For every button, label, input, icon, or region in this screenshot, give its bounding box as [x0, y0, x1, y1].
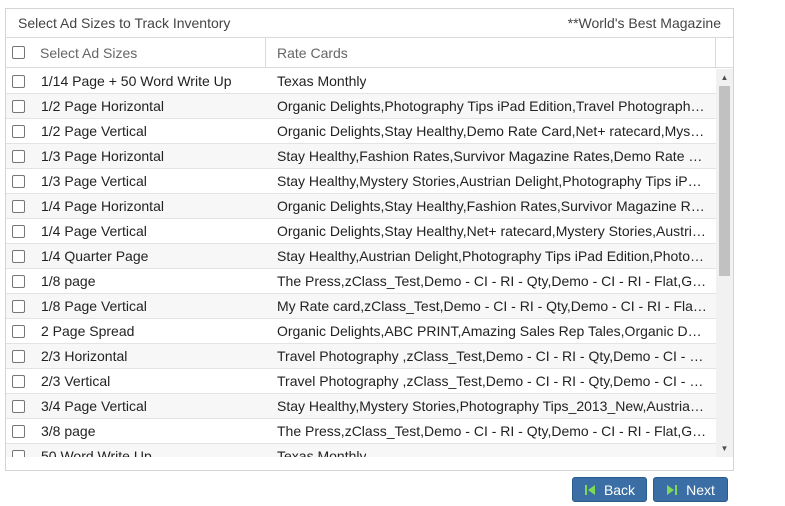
ad-size-cell: 3/8 page: [41, 423, 96, 439]
ad-size-cell: 3/4 Page Vertical: [41, 398, 147, 414]
rate-cards-cell: Organic Delights,Stay Healthy,Fashion Ra…: [277, 198, 708, 214]
rate-cards-cell: Organic Delights,Photography Tips iPad E…: [277, 98, 708, 114]
table-row[interactable]: 1/4 Quarter Page Stay Healthy,Austrian De…: [6, 244, 716, 269]
row-checkbox[interactable]: [11, 399, 25, 413]
ad-size-cell: 1/3 Page Horizontal: [41, 148, 164, 164]
ad-size-cell: 1/4 Quarter Page: [41, 248, 149, 264]
ad-size-cell: 1/4 Page Horizontal: [41, 198, 164, 214]
ad-size-panel: Select Ad Sizes to Track Inventory **Wor…: [5, 8, 734, 471]
next-button[interactable]: Next: [653, 477, 728, 502]
column-header-ad-sizes[interactable]: Select Ad Sizes: [30, 38, 266, 67]
rate-cards-cell: The Press,zClass_Test,Demo - CI - RI - Q…: [277, 273, 708, 289]
ad-size-cell: 2/3 Vertical: [41, 373, 111, 389]
rate-cards-cell: Organic Delights,Stay Healthy,Net+ ratec…: [277, 223, 708, 239]
row-checkbox[interactable]: [11, 449, 25, 457]
table-row[interactable]: 1/3 Page Horizontal Stay Healthy,Fashion …: [6, 144, 716, 169]
rate-cards-cell: The Press,zClass_Test,Demo - CI - RI - Q…: [277, 423, 708, 439]
scroll-thumb[interactable]: [719, 86, 730, 276]
panel-header: Select Ad Sizes to Track Inventory **Wor…: [6, 9, 733, 38]
row-checkbox[interactable]: [11, 249, 25, 263]
ad-size-cell: 1/2 Page Horizontal: [41, 98, 164, 114]
row-checkbox[interactable]: [11, 149, 25, 163]
triangle-up-icon[interactable]: ▲: [716, 69, 733, 86]
ad-size-cell: 2 Page Spread: [41, 323, 135, 339]
rate-cards-cell: Texas Monthly: [277, 448, 367, 457]
ad-size-cell: 1/14 Page + 50 Word Write Up: [41, 73, 232, 89]
row-checkbox[interactable]: [11, 374, 25, 388]
table-row[interactable]: 1/4 Page Horizontal Organic Delights,Stay…: [6, 194, 716, 219]
row-checkbox[interactable]: [11, 99, 25, 113]
magazine-name: **World's Best Magazine: [567, 15, 721, 31]
select-all-checkbox[interactable]: [11, 46, 25, 59]
grid-header: Select Ad Sizes Rate Cards: [6, 38, 733, 68]
rate-cards-cell: Texas Monthly: [277, 73, 367, 89]
ad-size-cell: 2/3 Horizontal: [41, 348, 128, 364]
ad-size-cell: 1/4 Page Vertical: [41, 223, 147, 239]
table-row[interactable]: 1/8 page The Press,zClass_Test,Demo - CI …: [6, 269, 716, 294]
panel-title: Select Ad Sizes to Track Inventory: [18, 15, 231, 31]
table-row[interactable]: 1/3 Page Vertical Stay Healthy,Mystery St…: [6, 169, 716, 194]
row-checkbox[interactable]: [11, 274, 25, 288]
ad-size-cell: 1/2 Page Vertical: [41, 123, 147, 139]
row-checkbox[interactable]: [11, 424, 25, 438]
row-checkbox[interactable]: [11, 324, 25, 338]
rate-cards-cell: Stay Healthy,Mystery Stories,Austrian De…: [277, 173, 708, 189]
rate-cards-cell: Travel Photography ,zClass_Test,Demo - C…: [277, 373, 708, 389]
table-row[interactable]: 3/4 Page Vertical Stay Healthy,Mystery St…: [6, 394, 716, 419]
rate-cards-cell: Stay Healthy,Fashion Rates,Survivor Maga…: [277, 148, 708, 164]
table-row[interactable]: 50 Word Write Up Texas Monthly: [6, 444, 716, 457]
table-row[interactable]: 1/2 Page Horizontal Organic Delights,Phot…: [6, 94, 716, 119]
table-row[interactable]: 1/14 Page + 50 Word Write Up Texas Monthl…: [6, 69, 716, 94]
column-header-rate-cards[interactable]: Rate Cards: [266, 38, 716, 67]
ad-size-cell: 1/8 Page Vertical: [41, 298, 147, 314]
table-row[interactable]: 1/2 Page Vertical Organic Delights,Stay H…: [6, 119, 716, 144]
table-row[interactable]: 1/8 Page Vertical My Rate card,zClass_Tes…: [6, 294, 716, 319]
back-button[interactable]: Back: [572, 477, 647, 502]
next-button-label: Next: [686, 481, 715, 498]
grid-rows: 1/14 Page + 50 Word Write Up Texas Monthl…: [6, 69, 716, 457]
triangle-down-icon[interactable]: ▼: [716, 440, 733, 457]
row-checkbox[interactable]: [11, 224, 25, 238]
ad-size-cell: 1/3 Page Vertical: [41, 173, 147, 189]
vertical-scrollbar[interactable]: ▲ ▼: [716, 69, 733, 457]
back-button-label: Back: [603, 481, 636, 498]
table-row[interactable]: 2/3 Vertical Travel Photography ,zClass_T…: [6, 369, 716, 394]
rate-cards-cell: Organic Delights,Stay Healthy,Demo Rate …: [277, 123, 708, 139]
skip-forward-icon: [666, 484, 678, 496]
row-checkbox[interactable]: [11, 74, 25, 88]
ad-size-cell: 50 Word Write Up: [41, 448, 152, 457]
row-checkbox[interactable]: [11, 124, 25, 138]
rate-cards-cell: Stay Healthy,Mystery Stories,Photography…: [277, 398, 708, 414]
row-checkbox[interactable]: [11, 199, 25, 213]
row-checkbox[interactable]: [11, 349, 25, 363]
table-row[interactable]: 2/3 Horizontal Travel Photography ,zClass…: [6, 344, 716, 369]
rate-cards-cell: Travel Photography ,zClass_Test,Demo - C…: [277, 348, 708, 364]
grid-body[interactable]: 1/14 Page + 50 Word Write Up Texas Monthl…: [6, 69, 733, 457]
ad-size-cell: 1/8 page: [41, 273, 96, 289]
rate-cards-cell: Stay Healthy,Austrian Delight,Photograph…: [277, 248, 708, 264]
row-checkbox[interactable]: [11, 299, 25, 313]
row-checkbox[interactable]: [11, 174, 25, 188]
rate-cards-cell: Organic Delights,ABC PRINT,Amazing Sales…: [277, 323, 708, 339]
skip-back-icon: [584, 484, 596, 496]
table-row[interactable]: 2 Page Spread Organic Delights,ABC PRINT,…: [6, 319, 716, 344]
table-row[interactable]: 1/4 Page Vertical Organic Delights,Stay H…: [6, 219, 716, 244]
rate-cards-cell: My Rate card,zClass_Test,Demo - CI - RI …: [277, 298, 708, 314]
table-row[interactable]: 3/8 page The Press,zClass_Test,Demo - CI …: [6, 419, 716, 444]
